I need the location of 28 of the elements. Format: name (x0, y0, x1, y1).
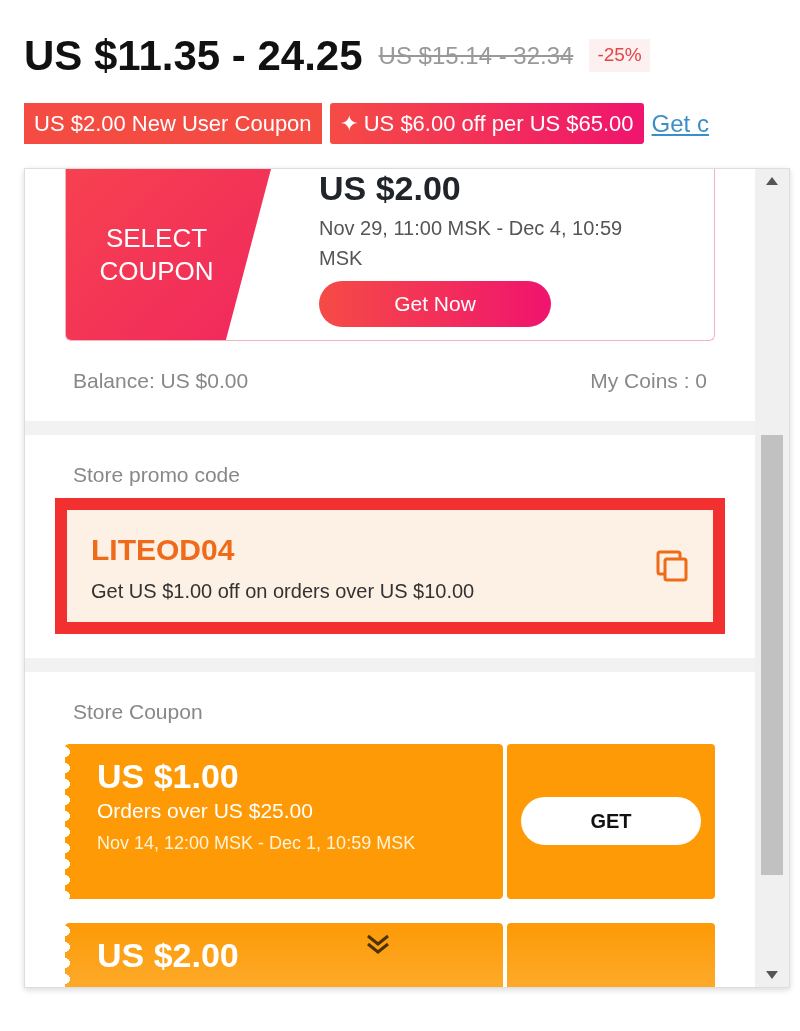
discount-badge: -25% (589, 39, 650, 72)
get-coupons-link[interactable]: Get c (651, 105, 709, 142)
section-title: Store promo code (73, 461, 241, 488)
section-title: Store Coupon (73, 699, 204, 725)
coins-text: My Coins : 0 (590, 368, 707, 394)
promo-description: Get US $1.00 off on orders over US $10.00 (91, 578, 476, 604)
promo-code: LITEOD04 (91, 531, 236, 568)
scrollbar[interactable] (755, 169, 789, 987)
coupon-amount: US $2.00 (319, 171, 462, 205)
copy-icon[interactable] (655, 549, 689, 583)
price: US $11.35 - 24.25 (24, 31, 363, 81)
original-price: US $15.14 - 32.34 (378, 40, 574, 71)
get-button[interactable]: GET (521, 797, 701, 845)
coupon-amount: US $1.00 (97, 757, 239, 795)
scroll-up-icon[interactable] (766, 177, 778, 185)
get-now-button[interactable]: Get Now (319, 281, 551, 327)
coupon-tag[interactable]: ✦ US $6.00 off per US $65.00 (329, 103, 644, 144)
balance-text: Balance: US $0.00 (73, 368, 249, 394)
coupon-tag[interactable]: US $2.00 New User Coupon (24, 103, 322, 144)
scroll-down-icon[interactable] (766, 971, 778, 979)
select-coupon-panel[interactable]: SELECT COUPON (66, 169, 271, 340)
expand-icon[interactable] (365, 932, 391, 955)
coupon-validity: Nov 14, 12:00 MSK - Dec 1, 10:59 MSK (97, 832, 417, 856)
coupon-validity: Nov 29, 11:00 MSK - Dec 4, 10:59 MSK (319, 216, 624, 271)
scrollbar-thumb[interactable] (761, 435, 783, 875)
coupon-amount: US $2.00 (97, 936, 239, 974)
coupon-condition: Orders over US $25.00 (97, 797, 314, 824)
select-coupon-label: SELECT COUPON (98, 222, 215, 287)
